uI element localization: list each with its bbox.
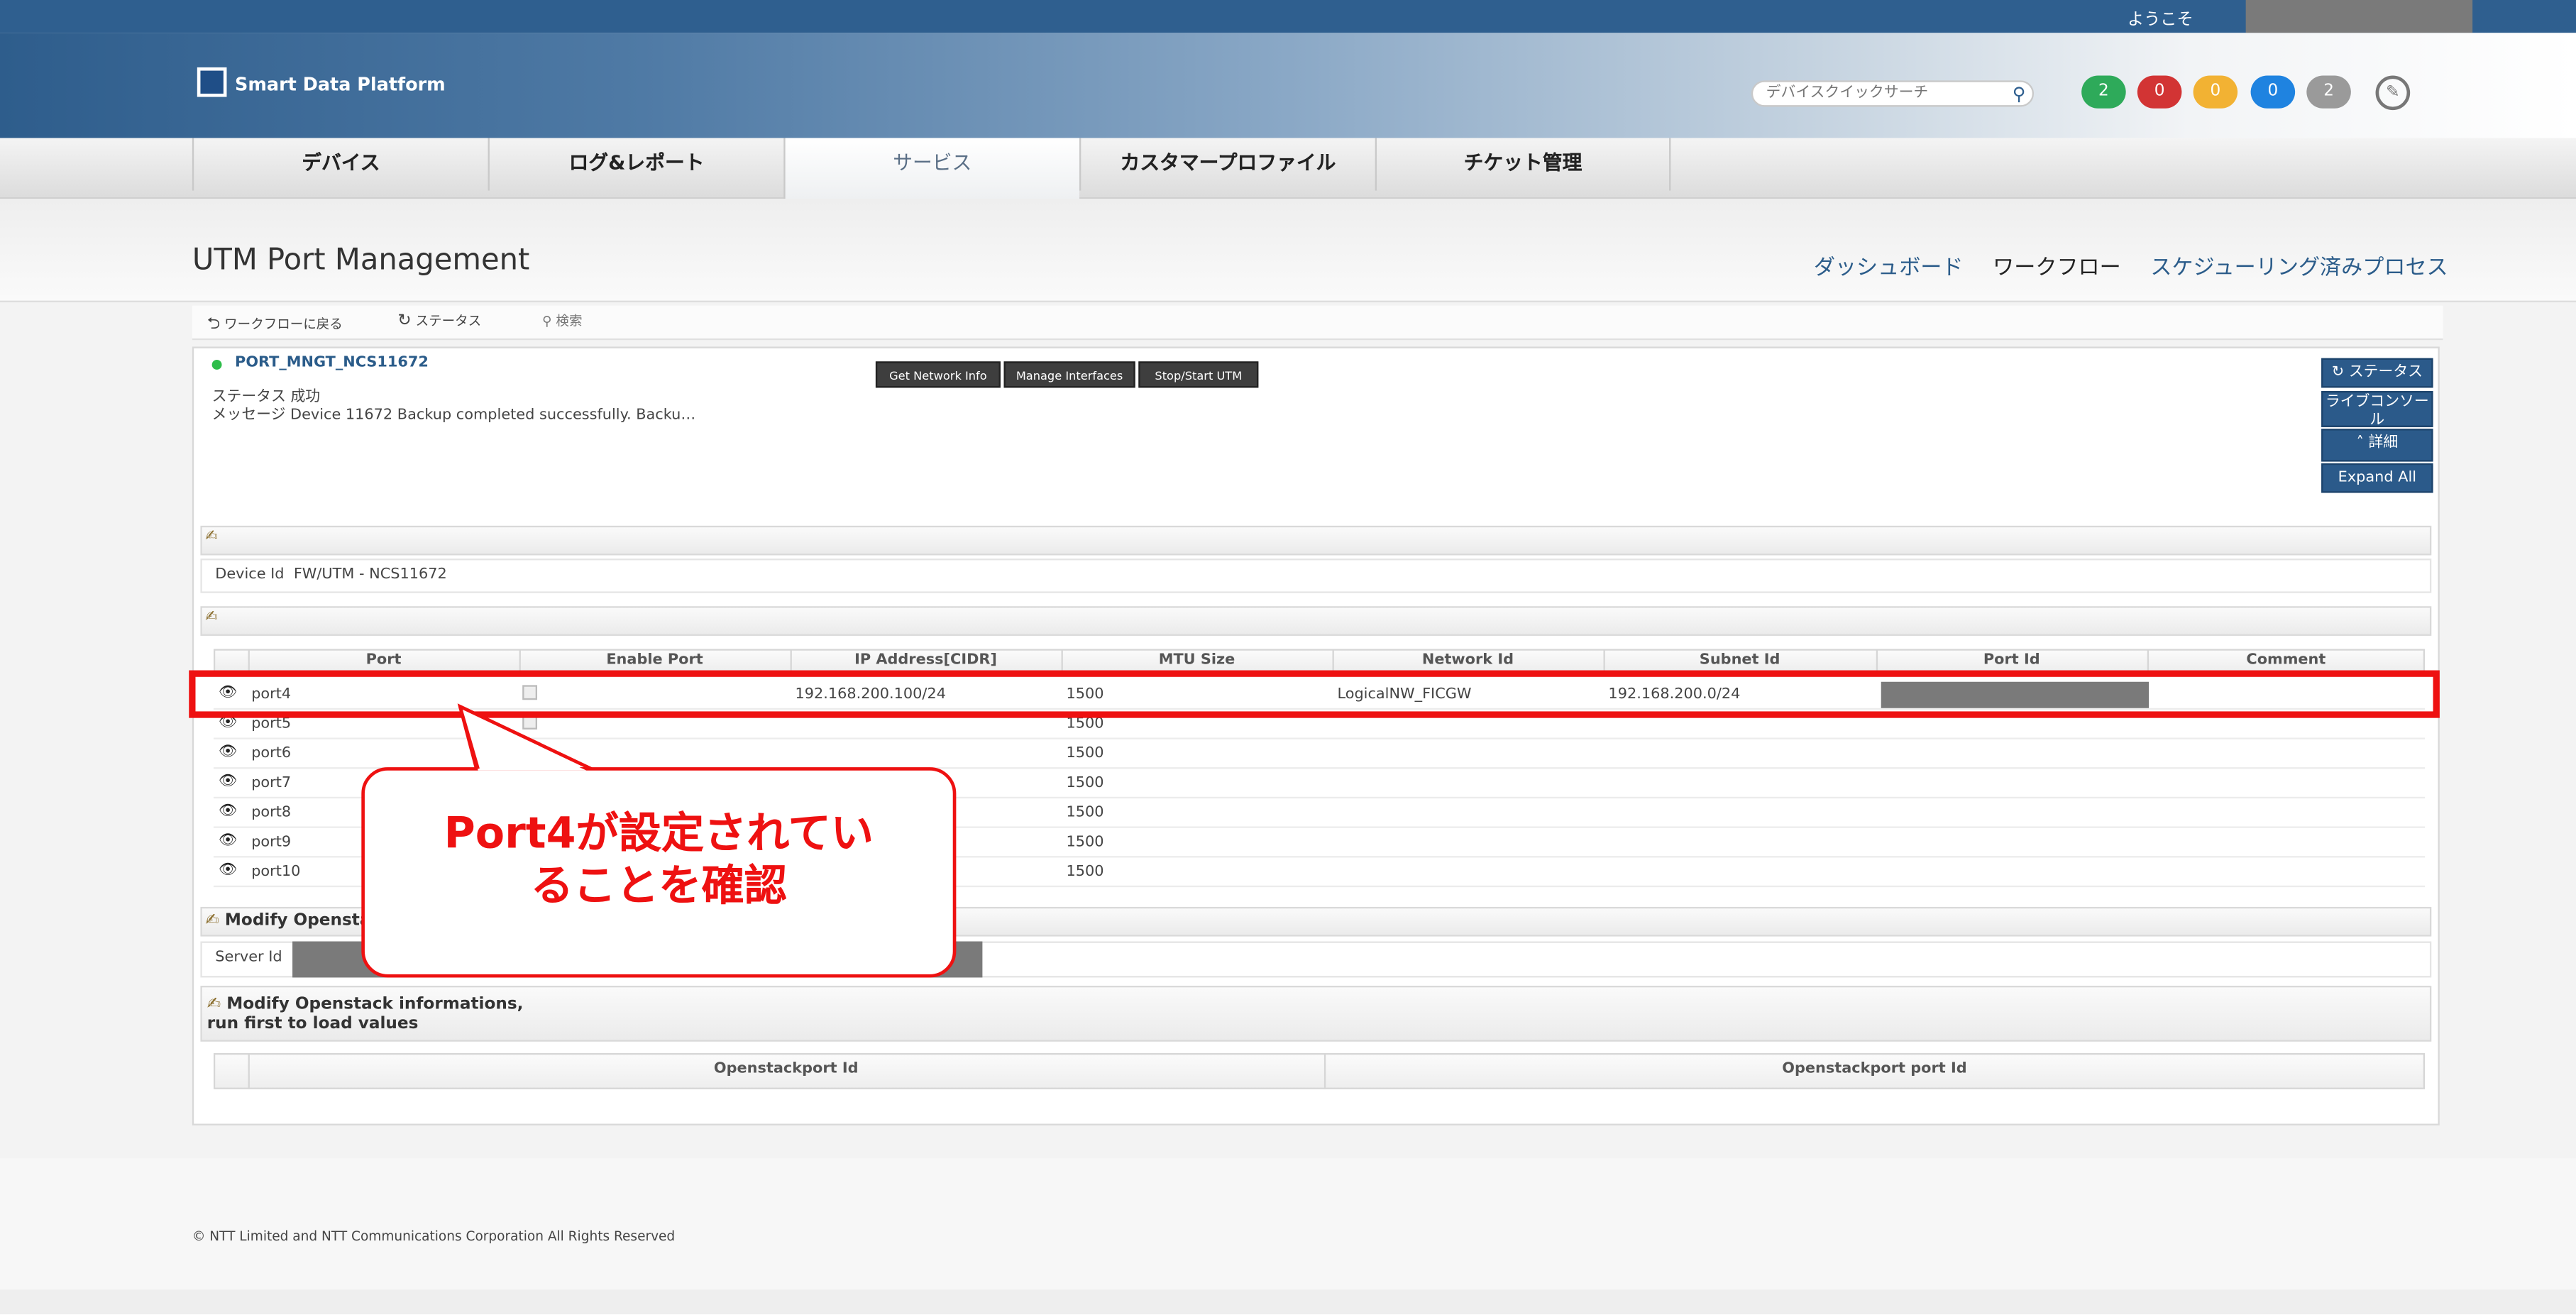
edit-note-icon[interactable]: ✎ [2375, 75, 2411, 111]
badge-yellow[interactable]: 0 [2193, 75, 2238, 109]
mtu-cell: 1500 [1066, 805, 1104, 822]
page-title: UTM Port Management [192, 243, 530, 278]
details-button[interactable]: ˄ 詳細 [2321, 429, 2433, 462]
col-port-id[interactable]: Port Id [1876, 652, 2147, 668]
port-cell: port6 [251, 746, 292, 763]
edit-icon[interactable]: ✍ [205, 529, 217, 545]
tab-ticket-management[interactable]: チケット管理 [1375, 138, 1671, 191]
footer [0, 1158, 2576, 1290]
copyright: © NTT Limited and NTT Communications Cor… [192, 1228, 676, 1244]
callout-text: Port4が設定されてい ることを確認 [444, 810, 874, 912]
col-mtu-size[interactable]: MTU Size [1062, 652, 1333, 668]
search-icon: ⚲ [541, 314, 552, 329]
history-icon: ↻ [2331, 364, 2345, 382]
badge-gray[interactable]: 2 [2306, 75, 2351, 109]
device-section-header [200, 525, 2432, 556]
back-to-workflow-button[interactable]: ⮌ ワークフローに戻る [207, 312, 343, 340]
openstack-info-title: ✍ Modify Openstack informations, run firs… [207, 995, 524, 1034]
search-icon[interactable]: ⚲ [2013, 84, 2026, 105]
logo-text[interactable]: Smart Data Platform [235, 74, 446, 95]
device-row [200, 559, 2432, 593]
service-name[interactable]: PORT_MNGT_NCS11672 [235, 355, 429, 371]
callout-pointer-cover [458, 705, 593, 771]
eye-icon[interactable]: 👁 [219, 774, 237, 790]
mtu-cell: 1500 [1066, 746, 1104, 763]
col-enable-port[interactable]: Enable Port [519, 652, 791, 668]
openstack-section-title: ✍ Modify Openstac [205, 911, 381, 930]
user-menu[interactable] [2245, 0, 2473, 33]
tab-services[interactable]: サービス [783, 138, 1079, 199]
live-console-button[interactable]: ライブコンソール [2321, 390, 2433, 429]
toolbar [192, 305, 2443, 341]
eye-icon[interactable]: 👁 [219, 862, 237, 879]
edit-icon[interactable]: ✍ [205, 912, 219, 930]
port-cell: port5 [251, 716, 292, 733]
link-workflow[interactable]: ワークフロー [1993, 250, 2121, 281]
port-cell: port7 [251, 775, 292, 792]
device-quick-search[interactable]: ⚲ [1751, 80, 2035, 107]
openstack-info-section-header [200, 986, 2432, 1042]
status-button[interactable]: ↻ ステータス [397, 312, 481, 330]
eye-icon[interactable]: 👁 [219, 833, 237, 849]
search-input[interactable] [1766, 84, 2005, 104]
message-text: メッセージ Device 11672 Backup completed succ… [211, 407, 696, 424]
col-openstackport-port-id[interactable]: Openstackport port Id [1324, 1062, 2425, 1078]
expand-all-button[interactable]: Expand All [2321, 463, 2433, 493]
get-network-info-button[interactable]: Get Network Info [875, 361, 1001, 388]
badge-green[interactable]: 2 [2081, 75, 2126, 109]
bottom-strip [0, 1289, 2576, 1315]
side-status-button[interactable]: ↻ ステータス [2321, 358, 2433, 388]
server-id-label: Server Id [215, 950, 282, 967]
history-icon: ↻ [397, 312, 412, 331]
link-scheduled-processes[interactable]: スケジューリング済みプロセス [2150, 250, 2448, 281]
mtu-cell: 1500 [1066, 775, 1104, 792]
device-id: Device Id FW/UTM - NCS11672 [215, 566, 447, 583]
page: ようこそ Smart Data Platform ⚲ 2 0 0 0 2 ✎ デ… [0, 0, 2576, 1315]
eye-icon[interactable]: 👁 [219, 744, 237, 761]
col-comment[interactable]: Comment [2147, 652, 2425, 668]
edit-icon[interactable]: ✍ [205, 610, 217, 626]
col-openstackport-id[interactable]: Openstackport Id [248, 1062, 1324, 1078]
ports-section-header [200, 606, 2432, 636]
mtu-cell: 1500 [1066, 835, 1104, 852]
col-network-id[interactable]: Network Id [1333, 652, 1604, 668]
welcome-text: ようこそ [2127, 11, 2194, 30]
badge-red[interactable]: 0 [2137, 75, 2182, 109]
eye-icon[interactable]: 👁 [219, 803, 237, 820]
port-cell: port9 [251, 835, 292, 852]
col-ip-address[interactable]: IP Address[CIDR] [791, 652, 1062, 668]
logo-icon[interactable] [197, 67, 227, 97]
mtu-cell: 1500 [1066, 716, 1104, 733]
mtu-cell: 1500 [1066, 864, 1104, 881]
tab-logs-reports[interactable]: ログ&レポート [488, 138, 784, 191]
manage-interfaces-button[interactable]: Manage Interfaces [1003, 361, 1135, 388]
port-cell: port8 [251, 805, 292, 822]
stop-start-utm-button[interactable]: Stop/Start UTM [1138, 361, 1259, 388]
back-arrow-icon: ⮌ [207, 315, 221, 334]
tab-customer-profile[interactable]: カスタマープロファイル [1079, 138, 1375, 191]
search-button[interactable]: ⚲ 検索 [542, 312, 583, 330]
port-cell: port10 [251, 864, 301, 881]
tab-devices[interactable]: デバイス [192, 138, 488, 191]
edit-icon[interactable]: ✍ [207, 996, 221, 1013]
col-port[interactable]: Port [248, 652, 519, 668]
col-subnet-id[interactable]: Subnet Id [1603, 652, 1876, 668]
badge-blue[interactable]: 0 [2250, 75, 2296, 109]
link-dashboard[interactable]: ダッシュボード [1814, 250, 1964, 281]
status-dot-icon [211, 359, 222, 370]
chevron-up-icon: ˄ [2356, 435, 2364, 452]
